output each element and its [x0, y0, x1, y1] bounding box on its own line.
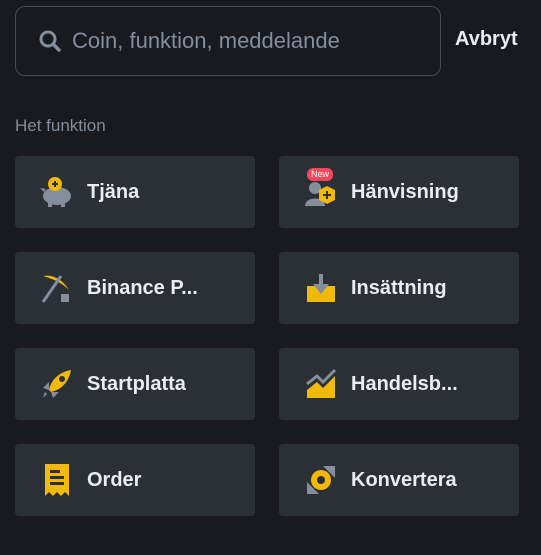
card-label: Handelsb... — [351, 372, 458, 395]
card-referral[interactable]: New Hänvisning — [279, 156, 519, 228]
search-box[interactable] — [15, 6, 441, 76]
card-order[interactable]: Order — [15, 444, 255, 516]
convert-icon — [303, 462, 339, 498]
new-badge: New — [307, 168, 334, 181]
card-binance-pool[interactable]: Binance P... — [15, 252, 255, 324]
card-convert[interactable]: Konvertera — [279, 444, 519, 516]
search-row: Avbryt — [15, 6, 535, 78]
deposit-icon — [303, 270, 339, 306]
card-label: Insättning — [351, 276, 447, 299]
card-label: Binance P... — [87, 276, 198, 299]
cancel-button[interactable]: Avbryt — [455, 28, 518, 51]
card-trading-bot[interactable]: Handelsb... — [279, 348, 519, 420]
search-input[interactable] — [70, 27, 440, 55]
piggy-bank-icon — [39, 174, 75, 210]
card-label: Tjäna — [87, 180, 140, 203]
pickaxe-icon — [39, 270, 75, 306]
card-label: Startplatta — [87, 372, 186, 395]
card-label: Hänvisning — [351, 180, 459, 203]
receipt-icon — [39, 462, 75, 498]
card-deposit[interactable]: Insättning — [279, 252, 519, 324]
card-label: Order — [87, 468, 142, 491]
rocket-icon — [39, 366, 75, 402]
section-title: Het funktion — [15, 116, 106, 135]
card-earn[interactable]: Tjäna — [15, 156, 255, 228]
card-launchpad[interactable]: Startplatta — [15, 348, 255, 420]
search-icon — [38, 29, 62, 53]
card-label: Konvertera — [351, 468, 457, 491]
search-panel: Avbryt Het funktion Tjäna — [0, 0, 541, 555]
trading-chart-icon — [303, 366, 339, 402]
referral-user-icon: New — [303, 168, 339, 210]
